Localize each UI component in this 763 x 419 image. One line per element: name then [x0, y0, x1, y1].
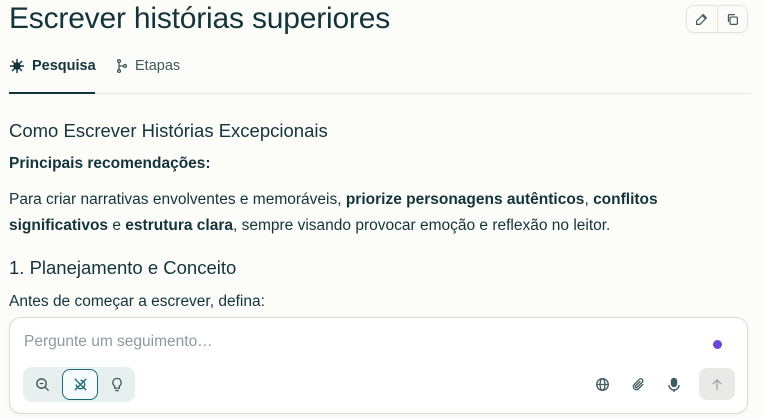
search-icon — [35, 377, 50, 392]
section-heading: 1. Planejamento e Conceito — [9, 257, 237, 278]
status-dot — [713, 340, 722, 349]
answer-paragraph: Para criar narrativas envolventes e memo… — [9, 191, 658, 234]
globe-icon — [595, 377, 610, 392]
title-actions — [686, 5, 748, 33]
page-title: Escrever histórias superiores — [9, 2, 391, 35]
lightbulb-icon — [110, 377, 124, 392]
tab-bar: Pesquisa Etapas — [9, 52, 750, 94]
tab-etapas[interactable]: Etapas — [116, 52, 180, 94]
steps-icon — [116, 58, 128, 74]
tab-label: Pesquisa — [32, 58, 96, 74]
mode-search-button[interactable] — [25, 369, 60, 400]
answer-subheading: Principais recomendações: — [9, 155, 211, 172]
answer-heading: Como Escrever Histórias Excepcionais — [9, 120, 328, 141]
attach-button[interactable] — [626, 373, 650, 397]
research-icon — [9, 58, 25, 74]
copy-button[interactable] — [719, 6, 747, 32]
arrow-up-icon — [711, 378, 723, 391]
edit-button[interactable] — [688, 6, 716, 32]
paperclip-icon — [631, 377, 646, 392]
tab-pesquisa[interactable]: Pesquisa — [9, 52, 96, 94]
mode-selector — [23, 367, 135, 402]
edit-icon — [695, 13, 708, 26]
send-button[interactable] — [699, 368, 735, 400]
tab-label: Etapas — [135, 58, 181, 74]
web-sources-button[interactable] — [590, 373, 614, 397]
divider — [716, 5, 718, 33]
follow-up-input[interactable] — [24, 331, 624, 353]
composer-tools — [590, 367, 686, 402]
voice-button[interactable] — [662, 373, 686, 397]
mode-research-button[interactable] — [62, 369, 98, 400]
copy-icon — [726, 13, 739, 26]
mode-reasoning-button[interactable] — [100, 369, 135, 400]
section-text: Antes de começar a escrever, defina: — [9, 293, 265, 310]
microphone-icon — [667, 377, 681, 393]
follow-up-composer — [9, 317, 748, 414]
research-icon — [73, 377, 88, 392]
